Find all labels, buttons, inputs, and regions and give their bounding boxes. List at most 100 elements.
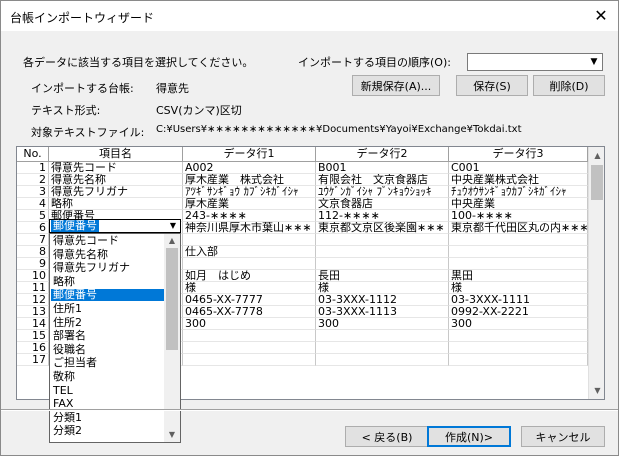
row-data3: 300	[449, 318, 588, 330]
row-data3	[449, 354, 588, 366]
column-header-item[interactable]: 項目名	[49, 147, 183, 162]
row-data1	[183, 342, 316, 354]
row-number: 10	[17, 270, 49, 282]
dropdown-option[interactable]: 分類2	[51, 425, 165, 437]
window-title: 台帳インポートウィザード	[10, 11, 155, 25]
column-header-data2[interactable]: データ行2	[316, 147, 449, 162]
row-number: 11	[17, 282, 49, 294]
row-data2: B001	[316, 162, 449, 174]
row-data2: 300	[316, 318, 449, 330]
row-data3: 0992-XX-2221	[449, 306, 588, 318]
row-item-name[interactable]: 得意先コード	[49, 162, 183, 174]
row-data1	[183, 258, 316, 270]
row-data1: ｱﾂｷﾞｻﾝｷﾞｮｳ ｶﾌﾞｼｷｶﾞｲｼｬ	[183, 186, 316, 198]
instruction-text: 各データに該当する項目を選択してください。	[23, 56, 254, 69]
dropdown-option[interactable]: 得意先フリガナ	[51, 262, 165, 274]
title-bar: 台帳インポートウィザード ✕	[1, 1, 618, 31]
chevron-down-icon[interactable]: ▼	[166, 220, 180, 232]
dropdown-option[interactable]: ご担当者	[51, 357, 165, 369]
row-item-name[interactable]: 略称	[49, 198, 183, 210]
row-number: 6	[17, 222, 49, 234]
scroll-up-icon[interactable]: ▲	[164, 234, 180, 248]
row-number: 7	[17, 234, 49, 246]
scroll-down-icon[interactable]: ▼	[589, 382, 604, 399]
row-data2: 文京食器店	[316, 198, 449, 210]
footer-divider	[1, 409, 618, 411]
row-data1: 243-∗∗∗∗	[183, 210, 316, 222]
column-header-data3[interactable]: データ行3	[449, 147, 588, 162]
row-number: 1	[17, 162, 49, 174]
delete-button[interactable]: 削除(D)	[533, 75, 605, 96]
row-data2: 東京都文京区後楽園∗∗∗	[316, 222, 449, 234]
row-data2: 112-∗∗∗∗	[316, 210, 449, 222]
dropdown-option[interactable]: 役職名	[51, 343, 165, 356]
row-data3: 中央産業	[449, 198, 588, 210]
file-label: 対象テキストファイル:	[31, 126, 145, 139]
dropdown-option[interactable]: 部署名	[51, 330, 165, 342]
import-wizard-window: 台帳インポートウィザード ✕ 各データに該当する項目を選択してください。 インポ…	[0, 0, 619, 456]
row-data1: 0465-XX-7777	[183, 294, 316, 306]
scroll-thumb[interactable]	[591, 165, 603, 200]
ledger-label: インポートする台帳:	[31, 82, 134, 95]
row-number: 12	[17, 294, 49, 306]
ledger-value: 得意先	[156, 82, 189, 95]
dropdown-option[interactable]: 分類1	[51, 411, 165, 424]
row-data3	[449, 342, 588, 354]
dropdown-option[interactable]: 敬称	[51, 371, 165, 383]
row-data1: 神奈川県厚木市葉山∗∗∗	[183, 222, 316, 234]
row-data3: C001	[449, 162, 588, 174]
item-dropdown-list[interactable]: 得意先コード 得意先名称 得意先フリガナ 略称 郵便番号 住所1 住所2 部署名 役職名 ご担当者…	[49, 233, 181, 443]
row-data3: 100-∗∗∗∗	[449, 210, 588, 222]
row-data2: 様	[316, 282, 449, 294]
cancel-button[interactable]: キャンセル	[521, 426, 605, 447]
row-data2	[316, 258, 449, 270]
row-data2: 03-3XXX-1112	[316, 294, 449, 306]
row-number: 2	[17, 174, 49, 186]
row-number: 8	[17, 246, 49, 258]
item-combo-editor[interactable]: 郵便番号 ▼	[49, 219, 181, 233]
row-number: 3	[17, 186, 49, 198]
row-number: 15	[17, 330, 49, 342]
row-data1: 仕入部	[183, 246, 316, 258]
row-number: 9	[17, 258, 49, 270]
save-button[interactable]: 保存(S)	[456, 75, 528, 96]
row-data2: 長田	[316, 270, 449, 282]
row-data1: 如月 はじめ	[183, 270, 316, 282]
dropdown-option[interactable]: 住所1	[51, 303, 165, 315]
row-data1	[183, 354, 316, 366]
row-data3: 黒田	[449, 270, 588, 282]
column-header-data1[interactable]: データ行1	[183, 147, 316, 162]
create-button[interactable]: 作成(N)>	[427, 426, 511, 447]
row-data3	[449, 330, 588, 342]
back-button[interactable]: < 戻る(B)	[345, 426, 429, 447]
scroll-up-icon[interactable]: ▲	[589, 147, 604, 164]
row-data2	[316, 342, 449, 354]
row-data1: 300	[183, 318, 316, 330]
dropdown-option[interactable]: TEL	[51, 384, 165, 397]
dropdown-option[interactable]: 略称	[51, 275, 165, 288]
row-number: 16	[17, 342, 49, 354]
row-item-name[interactable]: 得意先フリガナ	[49, 186, 183, 198]
order-select[interactable]: ▼	[467, 53, 603, 71]
new-save-button[interactable]: 新規保存(A)...	[352, 75, 440, 96]
scroll-down-icon[interactable]: ▼	[164, 428, 180, 442]
row-item-name[interactable]: 得意先名称	[49, 174, 183, 186]
row-data1: A002	[183, 162, 316, 174]
row-data3: 中央産業株式会社	[449, 174, 588, 186]
file-value: C:¥Users¥∗∗∗∗∗∗∗∗∗∗∗∗∗¥Documents¥Yayoi¥E…	[156, 124, 522, 135]
row-data2: 03-3XXX-1113	[316, 306, 449, 318]
close-icon[interactable]: ✕	[585, 2, 617, 30]
column-header-no[interactable]: No.	[17, 147, 49, 162]
dropdown-option[interactable]: 得意先名称	[51, 248, 165, 261]
dropdown-option[interactable]: 得意先コード	[51, 235, 165, 247]
order-label: インポートする項目の順序(O):	[298, 56, 451, 69]
row-data2	[316, 330, 449, 342]
row-data3: 様	[449, 282, 588, 294]
scroll-thumb[interactable]	[166, 248, 178, 350]
dropdown-option[interactable]: 住所2	[51, 316, 165, 329]
chevron-down-icon: ▼	[590, 57, 598, 67]
row-data1: 0465-XX-7778	[183, 306, 316, 318]
row-data2	[316, 246, 449, 258]
grid-vertical-scrollbar[interactable]: ▲ ▼	[588, 147, 604, 399]
dropdown-option[interactable]: 郵便番号	[51, 289, 165, 302]
